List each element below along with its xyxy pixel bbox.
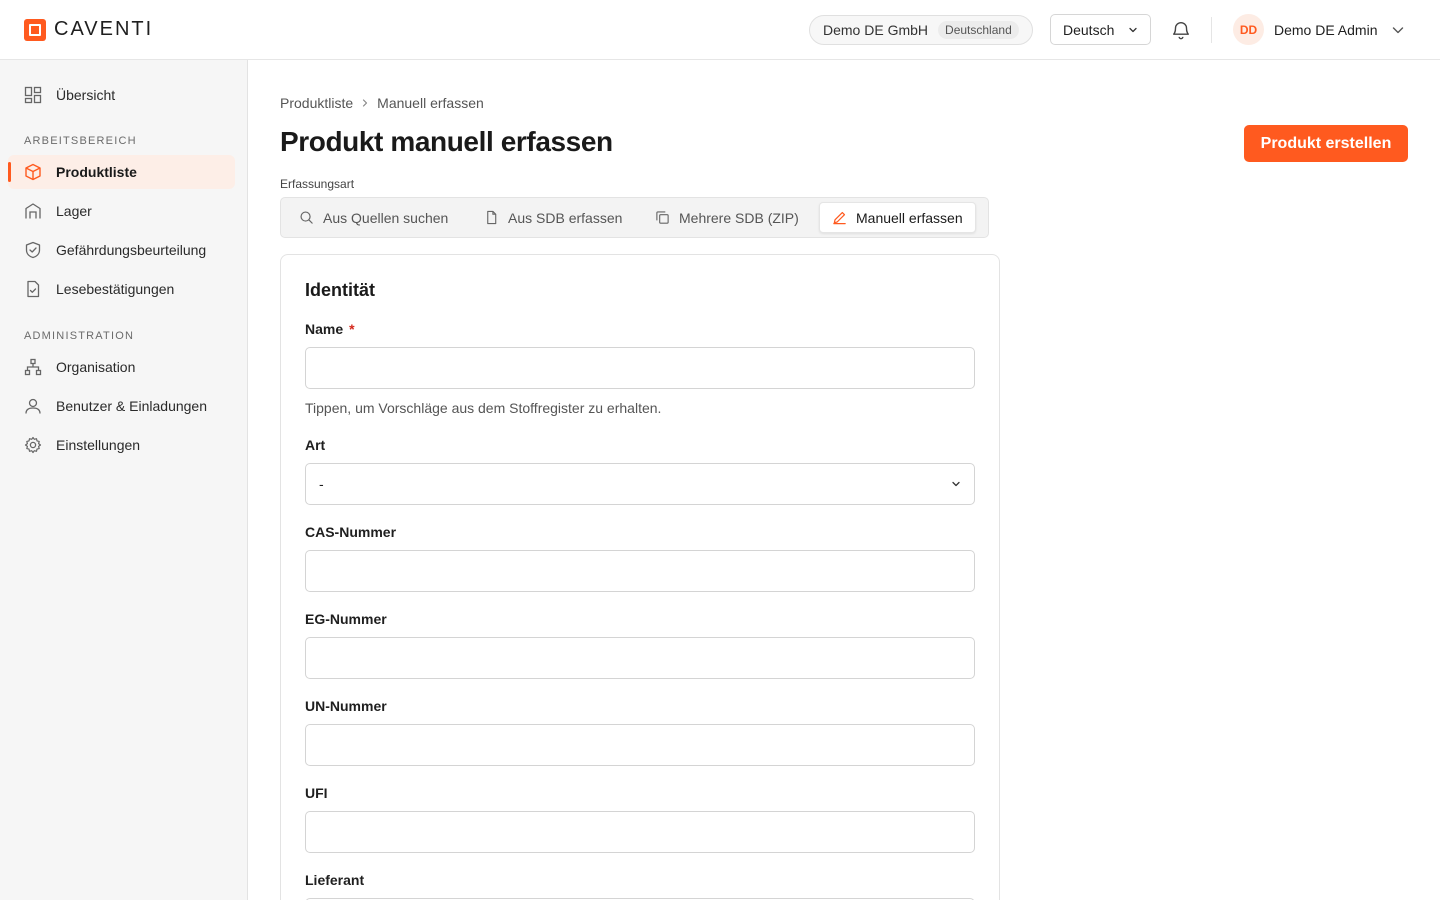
sidebar-item-overview[interactable]: Übersicht	[8, 78, 235, 112]
tab-label: Manuell erfassen	[856, 209, 963, 226]
user-menu[interactable]: DD Demo DE Admin	[1233, 14, 1405, 45]
sidebar-item-label: Produktliste	[56, 164, 137, 180]
tab-multiple-sds-zip[interactable]: Mehrere SDB (ZIP)	[643, 202, 811, 233]
un-number-field[interactable]	[305, 724, 975, 766]
sidebar-item-settings[interactable]: Einstellungen	[8, 428, 235, 462]
name-field[interactable]	[305, 347, 975, 389]
sidebar-item-label: Organisation	[56, 359, 136, 375]
breadcrumb-parent-link[interactable]: Produktliste	[280, 95, 353, 111]
dashboard-icon	[24, 86, 42, 104]
user-name: Demo DE Admin	[1274, 21, 1378, 38]
file-icon	[487, 210, 497, 225]
sidebar-section-administration: ADMINISTRATION	[24, 330, 135, 342]
notification-bell-icon[interactable]	[1170, 19, 1192, 41]
eg-number-field-label: EG-Nummer	[305, 611, 387, 627]
tab-label: Mehrere SDB (ZIP)	[679, 209, 799, 226]
page-title: Produkt manuell erfassen	[280, 126, 613, 157]
chevron-right-icon	[363, 99, 368, 107]
organization-name: Demo DE GmbH	[823, 22, 929, 38]
section-title: Identität	[305, 280, 375, 300]
logo-icon	[24, 18, 46, 41]
sidebar-item-users-invitations[interactable]: Benutzer & Einladungen	[8, 389, 235, 423]
type-select[interactable]: -	[305, 463, 975, 505]
sidebar: Übersicht ARBEITSBEREICH Produktliste La…	[0, 60, 248, 900]
organization-switcher[interactable]: Demo DE GmbH Deutschland	[809, 15, 1033, 45]
sidebar-item-label: Lesebestätigungen	[56, 281, 175, 297]
ufi-field-label: UFI	[305, 785, 328, 801]
tab-search-sources[interactable]: Aus Quellen suchen	[287, 202, 460, 233]
name-field-hint: Tippen, um Vorschläge aus dem Stoffregis…	[305, 400, 662, 416]
type-field-label: Art	[305, 437, 326, 453]
capture-mode-label: Erfassungsart	[280, 177, 355, 191]
sidebar-item-product-list[interactable]: Produktliste	[8, 155, 235, 189]
sidebar-item-label: Lager	[56, 203, 92, 219]
brand-name: CAVENTI	[54, 18, 154, 40]
chevron-down-icon	[1129, 27, 1137, 32]
user-icon	[25, 398, 41, 414]
header-divider	[1211, 17, 1212, 43]
chevron-down-icon	[952, 481, 960, 487]
eg-number-field[interactable]	[305, 637, 975, 679]
organization-country-badge: Deutschland	[938, 21, 1019, 39]
name-field-label: Name *	[305, 321, 355, 337]
un-number-field-label: UN-Nummer	[305, 698, 387, 714]
capture-mode-tabs: Aus Quellen suchen Aus SDB erfassen Mehr…	[280, 197, 989, 238]
org-chart-icon	[24, 358, 42, 376]
pencil-icon	[833, 211, 846, 225]
create-product-button[interactable]: Produkt erstellen	[1244, 125, 1408, 162]
sidebar-item-read-confirmations[interactable]: Lesebestätigungen	[8, 272, 235, 306]
ufi-field[interactable]	[305, 811, 975, 853]
tab-from-sds[interactable]: Aus SDB erfassen	[472, 202, 634, 233]
tab-manual-entry[interactable]: Manuell erfassen	[819, 202, 976, 233]
breadcrumb-current: Manuell erfassen	[377, 95, 484, 111]
sidebar-item-organization[interactable]: Organisation	[8, 350, 235, 384]
search-icon	[300, 211, 313, 224]
sidebar-item-label: Benutzer & Einladungen	[56, 398, 207, 414]
warehouse-icon	[25, 203, 41, 219]
box-icon	[25, 163, 41, 181]
language-value: Deutsch	[1063, 21, 1115, 38]
shield-check-icon	[25, 241, 41, 259]
type-select-value: -	[319, 476, 324, 492]
breadcrumb: Produktliste Manuell erfassen	[280, 95, 484, 111]
language-select[interactable]: Deutsch	[1050, 14, 1151, 45]
tab-label: Aus SDB erfassen	[508, 209, 623, 226]
cas-number-field-label: CAS-Nummer	[305, 524, 397, 540]
sidebar-item-label: Übersicht	[56, 87, 116, 103]
brand-logo[interactable]: CAVENTI	[24, 18, 153, 41]
file-check-icon	[27, 280, 40, 298]
top-header: CAVENTI Demo DE GmbH Deutschland Deutsch…	[0, 0, 1440, 60]
gear-icon	[24, 436, 42, 454]
tab-label: Aus Quellen suchen	[323, 209, 449, 226]
cas-number-field[interactable]	[305, 550, 975, 592]
sidebar-section-workspace: ARBEITSBEREICH	[24, 135, 137, 147]
supplier-field-label: Lieferant	[305, 872, 365, 888]
sidebar-item-label: Einstellungen	[56, 437, 141, 453]
copy-icon	[656, 211, 669, 224]
avatar: DD	[1233, 14, 1264, 45]
sidebar-item-risk-assessment[interactable]: Gefährdungsbeurteilung	[8, 233, 235, 267]
chevron-down-icon	[1393, 26, 1404, 33]
sidebar-item-warehouse[interactable]: Lager	[8, 194, 235, 228]
required-marker: *	[349, 321, 355, 337]
sidebar-item-label: Gefährdungsbeurteilung	[56, 242, 207, 258]
identity-form-card: Identität Name * Tippen, um Vorschläge au…	[280, 254, 1000, 900]
